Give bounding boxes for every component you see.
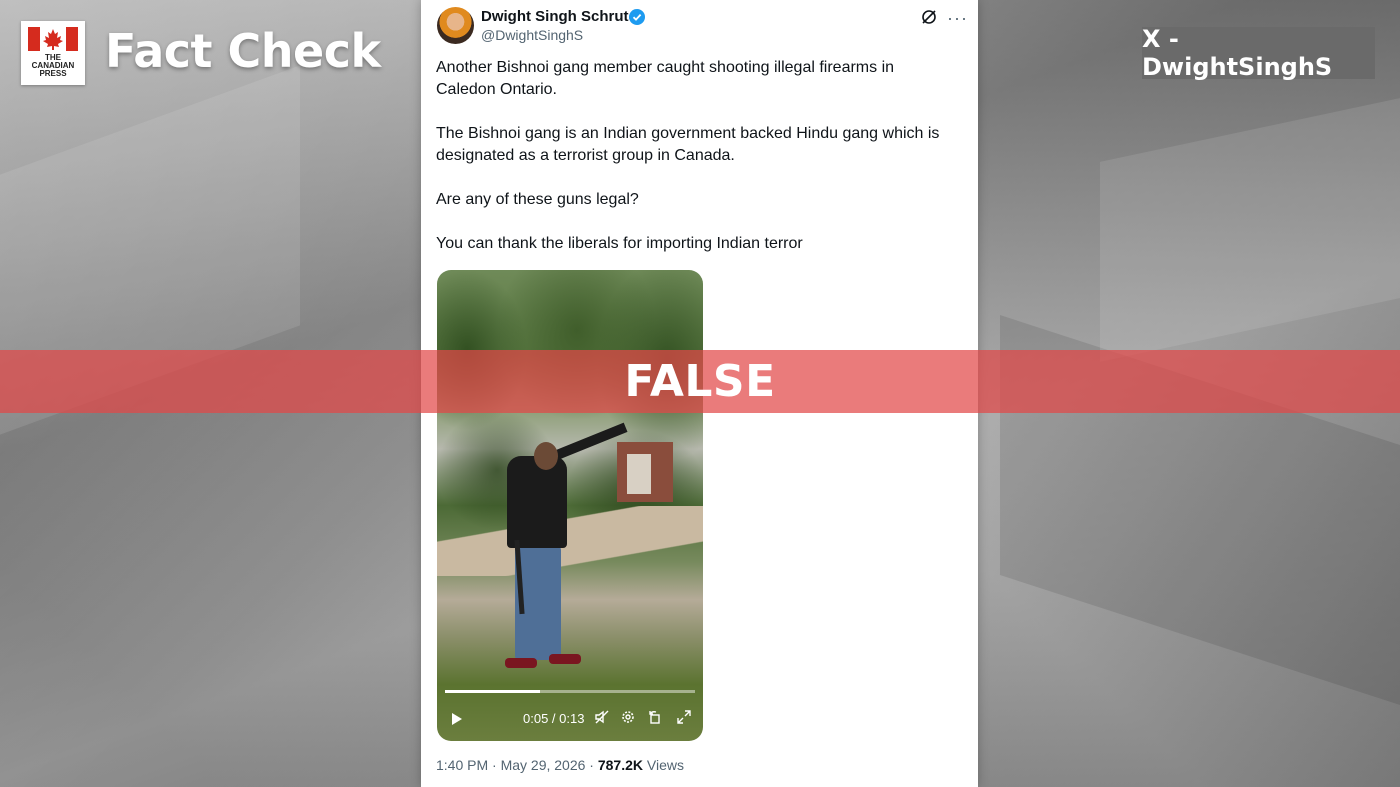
video-frame-shed-door [627, 454, 651, 494]
video-frame-person-torso [507, 456, 567, 548]
display-name[interactable]: Dwight Singh Schrute [481, 8, 637, 25]
video-frame-person-head [534, 442, 558, 470]
tweet-meta: 1:40 PM · May 29, 2026 · 787.2K Views [436, 757, 684, 773]
video-player[interactable]: 0:05 / 0:13 [437, 270, 703, 741]
canadian-press-logo: THE CANADIAN PRESS [21, 21, 85, 85]
views-label: Views [643, 757, 684, 773]
maple-leaf-icon [28, 27, 78, 51]
handle[interactable]: @DwightSinghS [481, 27, 583, 43]
views-count: 787.2K [597, 757, 644, 773]
mute-icon[interactable] [595, 710, 609, 724]
video-controls: 0:05 / 0:13 [437, 702, 703, 736]
settings-icon[interactable] [621, 710, 635, 724]
avatar[interactable] [437, 7, 474, 44]
video-progress-fill [445, 690, 540, 693]
more-options-icon[interactable]: ··· [947, 8, 968, 29]
video-frame-shoe [505, 658, 537, 668]
verified-badge-icon [629, 9, 645, 25]
video-time: 0:05 / 0:13 [523, 711, 585, 726]
logo-line: PRESS [39, 69, 67, 78]
grok-icon[interactable] [921, 9, 937, 25]
logo-text: THE CANADIAN PRESS [21, 54, 85, 78]
tweet-paragraph: Another Bishnoi gang member caught shoot… [436, 59, 895, 98]
video-frame-shoe [549, 654, 581, 664]
tweet-text: Another Bishnoi gang member caught shoot… [436, 57, 956, 277]
tweet-paragraph: The Bishnoi gang is an Indian government… [436, 125, 940, 164]
tweet-timestamp[interactable]: 1:40 PM · May 29, 2026 · [436, 757, 598, 773]
video-frame-driveway [437, 506, 703, 576]
source-tag: X - DwightSinghS [1142, 25, 1375, 81]
verdict-label: FALSE [624, 356, 776, 407]
play-icon[interactable] [451, 712, 463, 726]
fullscreen-icon[interactable] [677, 710, 691, 724]
verdict-banner: FALSE [0, 350, 1400, 413]
rotate-icon[interactable] [647, 710, 661, 724]
video-progress-bar[interactable] [445, 690, 695, 693]
tweet-paragraph: Are any of these guns legal? [436, 191, 639, 208]
page-title: Fact Check [105, 24, 381, 78]
tweet-paragraph: You can thank the liberals for importing… [436, 235, 803, 252]
